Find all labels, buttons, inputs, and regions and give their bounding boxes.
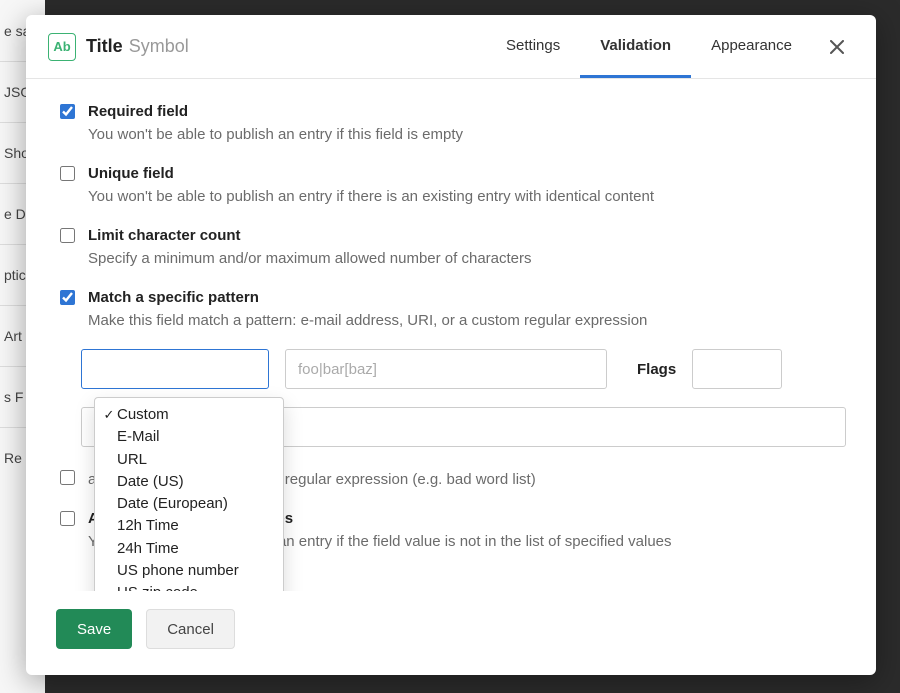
limit-label: Limit character count: [88, 225, 532, 246]
text-type-icon: Ab: [48, 33, 76, 61]
accept-checkbox[interactable]: [60, 511, 75, 526]
pattern-type-select[interactable]: [81, 349, 269, 389]
cancel-button[interactable]: Cancel: [146, 609, 235, 649]
dropdown-item-label: 12h Time: [117, 516, 179, 536]
tab-settings[interactable]: Settings: [486, 15, 580, 78]
tab-appearance[interactable]: Appearance: [691, 15, 812, 78]
dropdown-item-us-phone[interactable]: US phone number: [95, 560, 283, 582]
close-icon[interactable]: [820, 40, 854, 54]
check-icon: ✓: [101, 406, 117, 424]
tab-bar: Settings Validation Appearance: [486, 15, 812, 78]
dropdown-item-date-us[interactable]: Date (US): [95, 471, 283, 493]
limit-checkbox[interactable]: [60, 228, 75, 243]
unique-label: Unique field: [88, 163, 654, 184]
dropdown-item-label: URL: [117, 450, 147, 470]
dropdown-item-label: E-Mail: [117, 427, 160, 447]
dropdown-item-label: US zip code: [117, 583, 198, 591]
option-limit: Limit character count Specify a minimum …: [56, 225, 846, 269]
pattern-desc: Make this field match a pattern: e-mail …: [88, 310, 647, 331]
dropdown-item-us-zip[interactable]: US zip code: [95, 582, 283, 591]
limit-desc: Specify a minimum and/or maximum allowed…: [88, 248, 532, 269]
field-title: Title: [86, 36, 123, 57]
unique-checkbox[interactable]: [60, 166, 75, 181]
prohibit-checkbox[interactable]: [60, 470, 75, 485]
modal-footer: Save Cancel: [26, 591, 876, 675]
pattern-controls: Flags: [81, 349, 846, 389]
dropdown-item-label: 24h Time: [117, 539, 179, 559]
unique-desc: You won't be able to publish an entry if…: [88, 186, 654, 207]
dropdown-item-url[interactable]: URL: [95, 449, 283, 471]
dropdown-item-date-eu[interactable]: Date (European): [95, 493, 283, 515]
pattern-type-dropdown: ✓ Custom E-Mail URL Date (US) Date (Euro…: [94, 397, 284, 591]
pattern-regex-input[interactable]: [285, 349, 607, 389]
pattern-flags-input[interactable]: [692, 349, 782, 389]
dropdown-item-custom[interactable]: ✓ Custom: [95, 404, 283, 426]
dropdown-item-label: Custom: [117, 405, 169, 425]
dropdown-item-12h[interactable]: 12h Time: [95, 515, 283, 537]
required-checkbox[interactable]: [60, 104, 75, 119]
pattern-checkbox[interactable]: [60, 290, 75, 305]
save-button[interactable]: Save: [56, 609, 132, 649]
tab-validation[interactable]: Validation: [580, 15, 691, 78]
dropdown-item-label: Date (US): [117, 472, 184, 492]
field-settings-modal: Ab Title Symbol Settings Validation Appe…: [26, 15, 876, 675]
modal-body: Required field You won't be able to publ…: [26, 79, 876, 591]
field-type: Symbol: [129, 36, 189, 57]
dropdown-item-label: Date (European): [117, 494, 228, 514]
required-desc: You won't be able to publish an entry if…: [88, 124, 463, 145]
option-pattern: Match a specific pattern Make this field…: [56, 287, 846, 331]
required-label: Required field: [88, 101, 463, 122]
dropdown-item-label: US phone number: [117, 561, 239, 581]
modal-header: Ab Title Symbol Settings Validation Appe…: [26, 15, 876, 79]
option-unique: Unique field You won't be able to publis…: [56, 163, 846, 207]
option-required: Required field You won't be able to publ…: [56, 101, 846, 145]
pattern-label: Match a specific pattern: [88, 287, 647, 308]
dropdown-item-email[interactable]: E-Mail: [95, 426, 283, 448]
dropdown-item-24h[interactable]: 24h Time: [95, 538, 283, 560]
flags-label: Flags: [637, 361, 676, 378]
